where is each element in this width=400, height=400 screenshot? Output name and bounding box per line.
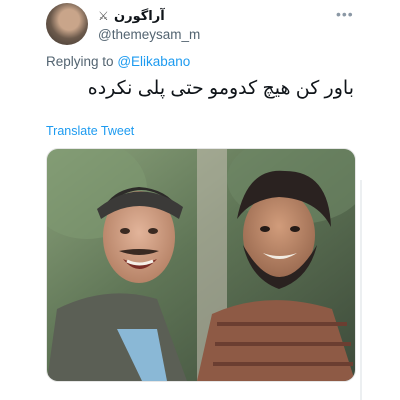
replying-to-link[interactable]: @Elikabano bbox=[117, 54, 190, 69]
more-icon[interactable]: ••• bbox=[336, 6, 354, 22]
tweet-photo[interactable] bbox=[46, 148, 356, 382]
handle[interactable]: @themeysam_m bbox=[98, 27, 200, 42]
replying-prefix: Replying to bbox=[46, 54, 114, 69]
crossed-swords-icon: ⚔ bbox=[98, 9, 109, 23]
replying-to: Replying to @Elikabano bbox=[46, 54, 190, 69]
display-name[interactable]: آراگورن bbox=[114, 8, 165, 24]
scrollbar-track[interactable] bbox=[360, 180, 362, 400]
avatar[interactable] bbox=[46, 3, 88, 45]
translate-tweet-link[interactable]: Translate Tweet bbox=[46, 124, 134, 138]
tweet: آراگورن ⚔ @themeysam_m ••• Replying to @… bbox=[0, 0, 400, 400]
tweet-text: باور کن هیچ کدومو حتی پلی نکرده bbox=[87, 78, 354, 99]
photo-image bbox=[47, 149, 355, 381]
